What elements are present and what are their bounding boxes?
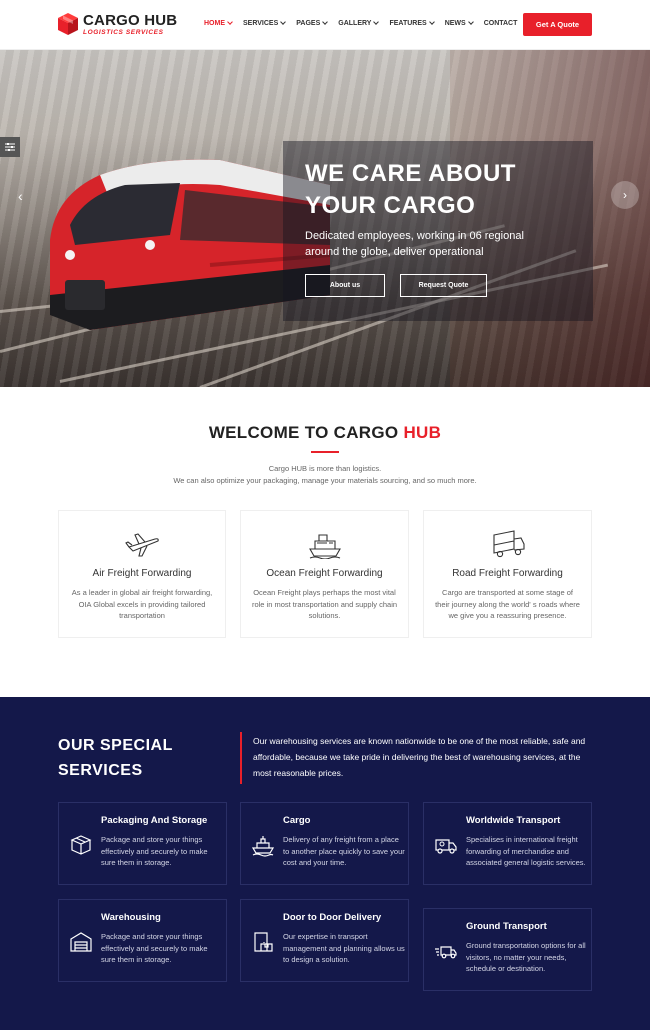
hero-text-line: Dedicated employees, working in 06 regio… xyxy=(305,230,524,242)
feature-card-air[interactable]: Air Freight Forwarding As a leader in gl… xyxy=(58,510,226,638)
service-description: Package and store your things effectivel… xyxy=(101,932,208,964)
hero-description: Dedicated employees, working in 06 regio… xyxy=(305,228,575,260)
service-card-worldwide[interactable]: Worldwide Transport Specialises in inter… xyxy=(423,802,592,885)
nav-label: PAGES xyxy=(296,20,321,27)
get-a-quote-button[interactable]: Get A Quote xyxy=(523,13,592,36)
services-heading-line: OUR SPECIAL xyxy=(58,737,173,754)
nav-item-home[interactable]: HOME xyxy=(204,19,233,27)
logo[interactable]: CARGO HUB LOGISTICS SERVICES xyxy=(57,10,177,40)
service-title: Cargo xyxy=(283,815,311,826)
service-title: Ground Transport xyxy=(466,921,547,932)
service-card-warehousing[interactable]: Warehousing Package and store your thing… xyxy=(58,899,227,982)
sliders-icon[interactable] xyxy=(0,137,20,157)
hero-title: WE CARE ABOUT YOUR CARGO xyxy=(305,158,585,222)
service-description: Specialises in international freight for… xyxy=(466,835,586,867)
hero-title-line: WE CARE ABOUT xyxy=(305,160,516,187)
services-intro: Our warehousing services are known natio… xyxy=(253,736,586,778)
service-card-packaging[interactable]: Packaging And Storage Package and store … xyxy=(58,802,227,885)
service-title: Worldwide Transport xyxy=(466,815,561,826)
welcome-text-line: We can also optimize your packaging, man… xyxy=(173,476,477,485)
feature-title: Air Freight Forwarding xyxy=(92,568,192,579)
cube-logo-icon xyxy=(58,13,78,35)
feature-title: Ocean Freight Forwarding xyxy=(266,568,383,579)
welcome-title-accent: HUB xyxy=(403,423,442,442)
fast-truck-icon xyxy=(435,946,457,959)
feature-title: Road Freight Forwarding xyxy=(452,568,563,579)
nav-item-contact[interactable]: CONTACT xyxy=(484,20,518,27)
airplane-icon xyxy=(125,533,159,557)
service-card-door-to-door[interactable]: Door to Door Delivery Our expertise in t… xyxy=(240,899,409,982)
service-description: Ground transportation options for all vi… xyxy=(466,941,586,973)
services-heading: OUR SPECIAL SERVICES xyxy=(58,733,173,783)
door-delivery-icon xyxy=(254,932,273,952)
chevron-down-icon xyxy=(322,19,329,25)
accent-divider xyxy=(240,732,242,784)
welcome-text-line: Cargo HUB is more than logistics. xyxy=(268,464,382,473)
feature-description: Cargo are transported at some stage of t… xyxy=(435,588,580,620)
nav-item-news[interactable]: NEWS xyxy=(444,19,474,27)
nav-label: GALLERY xyxy=(338,20,372,27)
chevron-down-icon xyxy=(428,19,435,25)
nav-item-services[interactable]: SERVICES xyxy=(243,19,287,27)
hero-slider: WE CARE ABOUT YOUR CARGO Dedicated emplo… xyxy=(0,50,650,387)
chevron-left-icon[interactable]: ‹ xyxy=(18,188,23,204)
package-icon xyxy=(70,835,92,855)
warehouse-icon xyxy=(70,932,92,952)
brand-tagline: LOGISTICS SERVICES xyxy=(83,29,164,36)
chevron-down-icon xyxy=(227,19,233,25)
request-quote-button[interactable]: Request Quote xyxy=(400,274,487,297)
service-card-ground[interactable]: Ground Transport Ground transportation o… xyxy=(423,908,592,991)
feature-description: As a leader in global air freight forwar… xyxy=(71,588,213,620)
chevron-down-icon xyxy=(373,19,380,25)
main-nav: HOME SERVICES PAGES GALLERY FEATURES NEW… xyxy=(204,19,528,27)
feature-description: Ocean Freight plays perhaps the most vit… xyxy=(251,588,398,620)
service-description: Delivery of any freight from a place to … xyxy=(283,835,405,867)
welcome-title: WELCOME TO CARGO HUB xyxy=(0,423,650,443)
hero-title-line: YOUR CARGO xyxy=(305,192,476,219)
services-heading-line: SERVICES xyxy=(58,762,143,779)
hero-text-line: around the globe, deliver operational xyxy=(305,246,484,258)
nav-item-gallery[interactable]: GALLERY xyxy=(338,19,380,27)
service-card-cargo[interactable]: Cargo Delivery of any freight from a pla… xyxy=(240,802,409,885)
chevron-down-icon xyxy=(467,19,474,25)
ship-icon xyxy=(309,534,341,559)
site-header: CARGO HUB LOGISTICS SERVICES HOME SERVIC… xyxy=(0,0,650,50)
service-title: Warehousing xyxy=(101,912,161,923)
nav-label: SERVICES xyxy=(243,20,279,27)
special-services-section: OUR SPECIAL SERVICES Our warehousing ser… xyxy=(0,697,650,1030)
truck-icon xyxy=(493,530,525,558)
service-title: Door to Door Delivery xyxy=(283,912,382,923)
chevron-down-icon xyxy=(280,19,287,25)
nav-label: FEATURES xyxy=(389,20,427,27)
title-underline xyxy=(311,451,339,453)
about-us-button[interactable]: About us xyxy=(305,274,385,297)
nav-label: NEWS xyxy=(444,20,466,27)
cargo-ship-icon xyxy=(251,836,275,857)
welcome-title-main: WELCOME TO CARGO xyxy=(208,423,404,442)
delivery-van-icon xyxy=(435,839,457,854)
service-description: Our expertise in transport management an… xyxy=(283,932,405,964)
nav-label: HOME xyxy=(204,20,225,27)
welcome-text: Cargo HUB is more than logistics. We can… xyxy=(0,463,650,487)
feature-card-road[interactable]: Road Freight Forwarding Cargo are transp… xyxy=(423,510,592,638)
nav-item-pages[interactable]: PAGES xyxy=(296,19,329,27)
chevron-right-icon[interactable]: › xyxy=(611,181,639,209)
brand-name: CARGO HUB xyxy=(83,12,178,29)
nav-item-features[interactable]: FEATURES xyxy=(389,19,435,27)
service-title: Packaging And Storage xyxy=(101,815,208,826)
service-description: Package and store your things effectivel… xyxy=(101,835,208,867)
feature-card-ocean[interactable]: Ocean Freight Forwarding Ocean Freight p… xyxy=(240,510,409,638)
nav-label: CONTACT xyxy=(483,20,518,27)
